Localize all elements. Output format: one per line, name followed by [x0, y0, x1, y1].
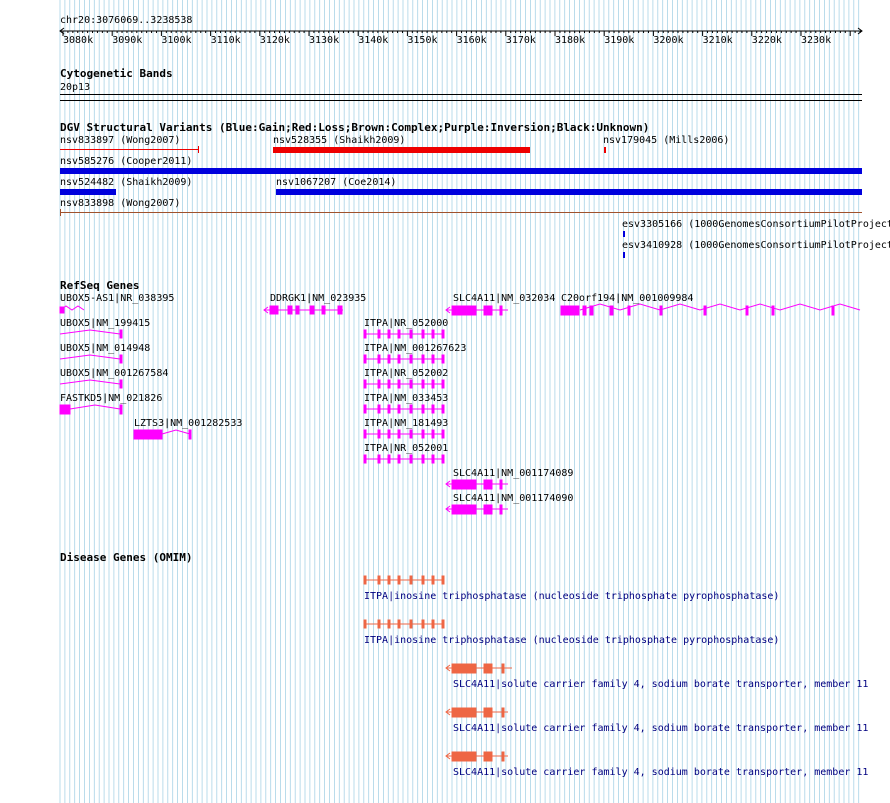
gene-label-ubox5-001267584[interactable]: UBOX5|NM_001267584 [60, 368, 168, 379]
dgv-track-title: DGV Structural Variants (Blue:Gain;Red:L… [60, 121, 650, 134]
omim-label-slc4a11-2[interactable]: SLC4A11|solute carrier family 4, sodium … [453, 723, 868, 734]
location-label: chr20:3076069..3238538 [60, 15, 193, 26]
gene-label-itpa-nr052002[interactable]: ITPA|NR_052002 [364, 368, 448, 379]
dgv-feature-nsv833897-end [198, 146, 199, 153]
dgv-feature-nsv833898[interactable] [60, 212, 862, 213]
dgv-feature-esv3410928[interactable] [623, 252, 625, 258]
dgv-label-nsv833898[interactable]: nsv833898 (Wong2007) [60, 198, 180, 209]
cytoband-line-top [60, 94, 862, 95]
omim-label-slc4a11-1[interactable]: SLC4A11|solute carrier family 4, sodium … [453, 679, 868, 690]
dgv-label-nsv528355[interactable]: nsv528355 (Shaikh2009) [273, 135, 405, 146]
omim-label-slc4a11-3[interactable]: SLC4A11|solute carrier family 4, sodium … [453, 767, 868, 778]
ruler-tick-label: 3090k [112, 35, 143, 46]
dgv-label-nsv585276[interactable]: nsv585276 (Cooper2011) [60, 156, 192, 167]
dgv-label-nsv1067207[interactable]: nsv1067207 (Coe2014) [276, 177, 396, 188]
cytoband-track-title: Cytogenetic Bands [60, 67, 173, 80]
ruler-tick-label: 3220k [751, 35, 782, 46]
omim-label-itpa-2[interactable]: ITPA|inosine triphosphatase (nucleoside … [364, 635, 779, 646]
dgv-label-esv3305166[interactable]: esv3305166 (1000GenomesConsortiumPilotPr… [622, 219, 890, 230]
ruler-tick-label: 3130k [309, 35, 340, 46]
refseq-track-title: RefSeq Genes [60, 279, 140, 292]
gene-label-slc4a11-001174090[interactable]: SLC4A11|NM_001174090 [453, 493, 573, 504]
ruler-tick-label: 3170k [505, 35, 536, 46]
ruler-tick-label: 3080k [63, 35, 94, 46]
ruler-tick-label: 3230k [801, 35, 832, 46]
dgv-feature-nsv833897[interactable] [60, 149, 199, 150]
dgv-label-esv3410928[interactable]: esv3410928 (1000GenomesConsortiumPilotPr… [622, 240, 890, 251]
dgv-feature-nsv528355[interactable] [273, 147, 530, 153]
ruler-tick-label: 3200k [653, 35, 684, 46]
dgv-feature-nsv833898-start [60, 209, 61, 216]
dgv-label-nsv524482[interactable]: nsv524482 (Shaikh2009) [60, 177, 192, 188]
ruler-tick-label: 3110k [210, 35, 241, 46]
ruler-tick-label: 3100k [161, 35, 192, 46]
gene-label-ubox5-as1[interactable]: UBOX5-AS1|NR_038395 [60, 293, 174, 304]
dgv-feature-nsv179045[interactable] [604, 147, 606, 153]
ruler-tick-label: 3180k [555, 35, 586, 46]
dgv-feature-nsv1067207[interactable] [276, 189, 862, 195]
cytoband-label: 20p13 [60, 82, 91, 93]
omim-label-itpa-1[interactable]: ITPA|inosine triphosphatase (nucleoside … [364, 591, 779, 602]
gene-label-lzts3[interactable]: LZTS3|NM_001282533 [134, 418, 242, 429]
omim-track-title: Disease Genes (OMIM) [60, 551, 193, 564]
gene-label-itpa-033453[interactable]: ITPA|NM_033453 [364, 393, 448, 404]
gene-label-ddrgk1[interactable]: DDRGK1|NM_023935 [270, 293, 366, 304]
dgv-feature-nsv585276[interactable] [60, 168, 862, 174]
gene-label-slc4a11-001174089[interactable]: SLC4A11|NM_001174089 [453, 468, 573, 479]
dgv-feature-esv3305166[interactable] [623, 231, 625, 237]
ruler-tick-label: 3150k [407, 35, 438, 46]
dgv-label-nsv833897[interactable]: nsv833897 (Wong2007) [60, 135, 180, 146]
ruler-tick-label: 3190k [604, 35, 635, 46]
gene-label-itpa-001267623[interactable]: ITPA|NM_001267623 [364, 343, 466, 354]
ruler-tick-label: 3210k [702, 35, 733, 46]
gene-label-fastkd5[interactable]: FASTKD5|NM_021826 [60, 393, 162, 404]
gene-label-itpa-nr052000[interactable]: ITPA|NR_052000 [364, 318, 448, 329]
gene-label-slc4a11-032034[interactable]: SLC4A11|NM_032034 [453, 293, 555, 304]
dgv-feature-nsv524482[interactable] [60, 189, 116, 195]
gene-label-ubox5-014948[interactable]: UBOX5|NM_014948 [60, 343, 150, 354]
gene-label-itpa-nr052001[interactable]: ITPA|NR_052001 [364, 443, 448, 454]
gene-label-c20orf194[interactable]: C20orf194|NM_001009984 [561, 293, 693, 304]
cytoband-line-bottom [60, 100, 862, 101]
ruler-tick-label: 3140k [358, 35, 389, 46]
gene-label-itpa-181493[interactable]: ITPA|NM_181493 [364, 418, 448, 429]
dgv-label-nsv179045[interactable]: nsv179045 (Mills2006) [603, 135, 729, 146]
ruler-tick-label: 3120k [259, 35, 290, 46]
gene-label-ubox5-199415[interactable]: UBOX5|NM_199415 [60, 318, 150, 329]
ruler-tick-label: 3160k [456, 35, 487, 46]
